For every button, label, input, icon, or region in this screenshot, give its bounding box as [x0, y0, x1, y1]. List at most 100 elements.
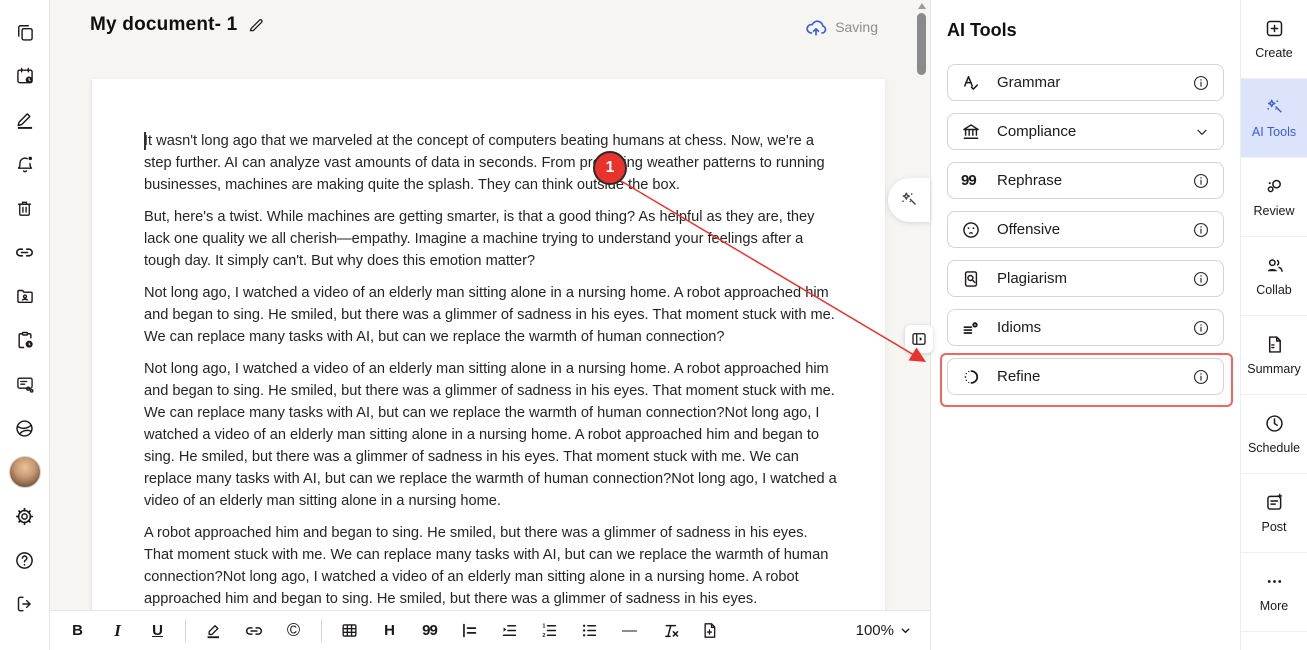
clear-format-icon[interactable] — [654, 616, 685, 646]
tool-label: Refine — [997, 368, 1192, 385]
add-page-icon[interactable] — [694, 616, 725, 646]
info-icon[interactable] — [1192, 74, 1210, 92]
calendar-clock-icon[interactable] — [0, 54, 50, 98]
tab-label: Schedule — [1248, 441, 1300, 455]
globe-icon[interactable] — [0, 406, 50, 450]
refine-sparkle-icon — [961, 367, 985, 387]
notification-bell-icon[interactable] — [0, 142, 50, 186]
ai-tools-panel: AI Tools Grammar Compliance 99 Rephrase — [930, 0, 1240, 650]
indent-icon[interactable] — [494, 616, 525, 646]
offensive-face-icon — [961, 220, 985, 240]
grammar-check-icon — [961, 73, 985, 93]
tool-refine[interactable]: Refine — [947, 358, 1224, 395]
collab-people-icon — [1264, 255, 1285, 276]
pencil-edit-icon[interactable] — [0, 98, 50, 142]
document-page[interactable]: It wasn't long ago that we marveled at t… — [92, 79, 885, 613]
tool-rephrase[interactable]: 99 Rephrase — [947, 162, 1224, 199]
chevron-down-icon[interactable] — [1194, 124, 1210, 140]
tool-label: Grammar — [997, 74, 1192, 91]
bullet-list-icon[interactable] — [574, 616, 605, 646]
schedule-clock-icon — [1264, 413, 1285, 434]
logout-icon[interactable] — [0, 582, 50, 626]
svg-text:2: 2 — [542, 633, 545, 639]
message-settings-icon[interactable] — [0, 362, 50, 406]
highlighter-icon[interactable] — [198, 616, 229, 646]
tab-ai-tools[interactable]: AI Tools — [1241, 79, 1307, 158]
tab-post[interactable]: Post — [1241, 474, 1307, 553]
tab-create[interactable]: Create — [1241, 0, 1307, 79]
vertical-scrollbar[interactable] — [916, 0, 928, 610]
idioms-list-icon — [961, 318, 985, 338]
plagiarism-search-icon — [961, 269, 985, 289]
heading-button[interactable]: H — [374, 616, 405, 646]
zoom-value: 100% — [856, 622, 894, 639]
tool-idioms[interactable]: Idioms — [947, 309, 1224, 346]
tab-collab[interactable]: Collab — [1241, 237, 1307, 316]
paragraph[interactable]: It wasn't long ago that we marveled at t… — [144, 130, 837, 196]
tab-label: AI Tools — [1252, 125, 1296, 139]
trash-icon[interactable] — [0, 186, 50, 230]
summary-document-icon — [1264, 334, 1285, 355]
paragraph[interactable]: But, here's a twist. While machines are … — [144, 206, 837, 272]
document-title-row: My document- 1 — [90, 14, 265, 36]
link-icon[interactable] — [0, 230, 50, 274]
magic-wand-tab-button[interactable] — [888, 178, 930, 222]
table-icon[interactable] — [334, 616, 365, 646]
toolbar-divider — [185, 620, 186, 642]
scroll-up-arrow[interactable] — [918, 3, 926, 9]
italic-button[interactable]: I — [102, 616, 133, 646]
info-icon[interactable] — [1192, 319, 1210, 337]
editor-area: My document- 1 Saving It wasn't long ago… — [50, 0, 930, 650]
tab-label: Summary — [1247, 362, 1300, 376]
paragraph[interactable]: Not long ago, I watched a video of an el… — [144, 282, 837, 348]
settings-gear-icon[interactable] — [0, 494, 50, 538]
align-left-icon[interactable] — [454, 616, 485, 646]
info-icon[interactable] — [1192, 368, 1210, 386]
formatting-toolbar: B I U © H 99 12 — [50, 610, 930, 650]
tool-grammar[interactable]: Grammar — [947, 64, 1224, 101]
right-sidebar: Create AI Tools Review Collab Summary Sc… — [1240, 0, 1307, 650]
copy-documents-icon[interactable] — [0, 10, 50, 54]
zoom-level-dropdown[interactable]: 100% — [856, 622, 912, 639]
magic-wand-icon — [1264, 97, 1285, 118]
info-icon[interactable] — [1192, 270, 1210, 288]
app-window: My document- 1 Saving It wasn't long ago… — [0, 0, 1307, 650]
tool-compliance[interactable]: Compliance — [947, 113, 1224, 150]
folder-contact-icon[interactable] — [0, 274, 50, 318]
tool-label: Plagiarism — [997, 270, 1192, 287]
info-icon[interactable] — [1192, 172, 1210, 190]
rephrase-quote-icon: 99 — [961, 172, 985, 189]
document-text[interactable]: It wasn't long ago that we marveled at t… — [92, 79, 885, 610]
tool-label: Offensive — [997, 221, 1192, 238]
tab-review[interactable]: Review — [1241, 158, 1307, 237]
tab-schedule[interactable]: Schedule — [1241, 395, 1307, 474]
underline-button[interactable]: U — [142, 616, 173, 646]
tab-summary[interactable]: Summary — [1241, 316, 1307, 395]
collapse-panel-icon[interactable] — [905, 325, 933, 353]
document-title: My document- 1 — [90, 14, 237, 36]
bold-button[interactable]: B — [62, 616, 93, 646]
scrollbar-thumb[interactable] — [917, 13, 926, 75]
tab-label: Collab — [1256, 283, 1291, 297]
clipboard-clock-icon[interactable] — [0, 318, 50, 362]
tool-plagiarism[interactable]: Plagiarism — [947, 260, 1224, 297]
help-icon[interactable] — [0, 538, 50, 582]
rename-pencil-icon[interactable] — [247, 16, 265, 34]
cloud-upload-icon — [805, 16, 827, 38]
tool-offensive[interactable]: Offensive — [947, 211, 1224, 248]
tab-more[interactable]: More — [1241, 553, 1307, 632]
paragraph[interactable]: A robot approached him and began to sing… — [144, 522, 837, 610]
toolbar-divider — [321, 620, 322, 642]
paragraph[interactable]: Not long ago, I watched a video of an el… — [144, 358, 837, 512]
saving-label: Saving — [835, 19, 878, 35]
horizontal-rule-button[interactable]: — — [614, 616, 645, 646]
more-ellipsis-icon — [1264, 571, 1285, 592]
user-avatar[interactable] — [0, 450, 50, 494]
blockquote-button[interactable]: 99 — [414, 616, 445, 646]
info-icon[interactable] — [1192, 221, 1210, 239]
link-icon[interactable] — [238, 616, 269, 646]
tab-label: More — [1260, 599, 1288, 613]
copyright-button[interactable]: © — [278, 616, 309, 646]
numbered-list-icon[interactable]: 12 — [534, 616, 565, 646]
tool-label: Compliance — [997, 123, 1194, 140]
